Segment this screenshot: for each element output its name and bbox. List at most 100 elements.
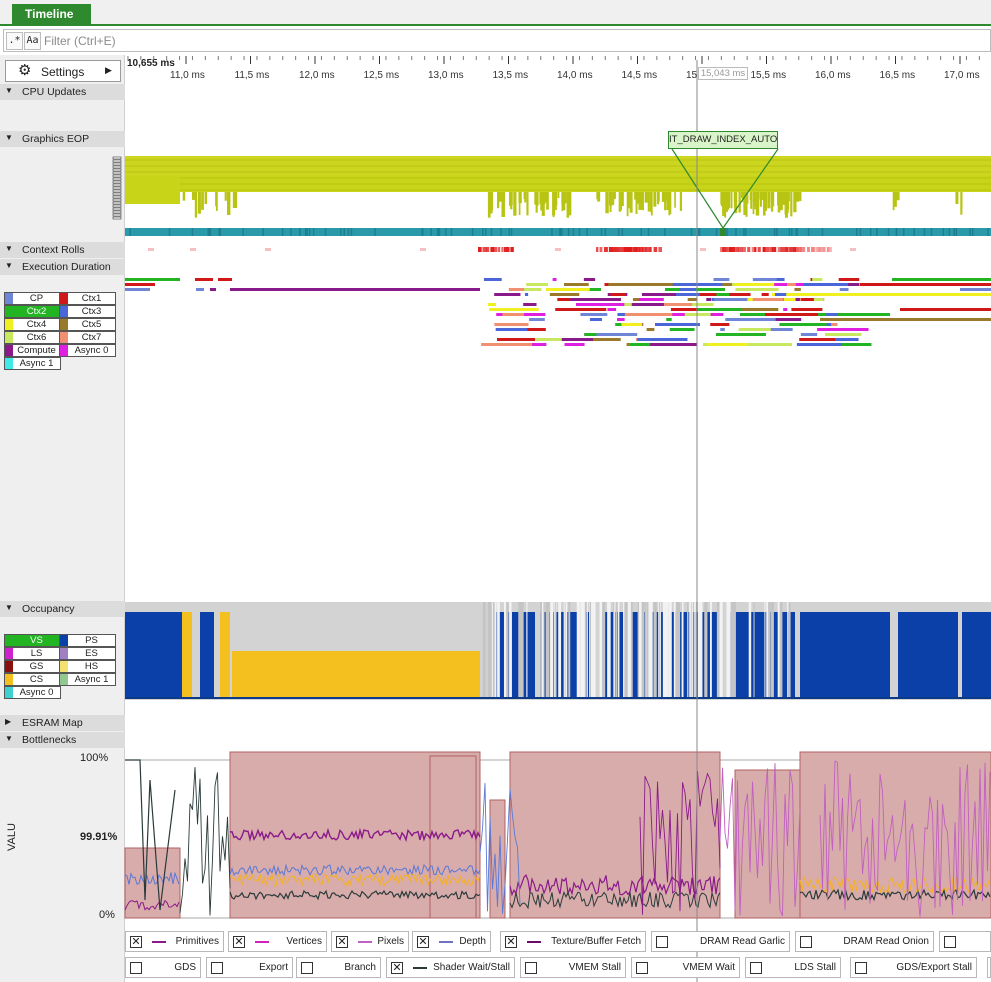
checked-checkbox-icon[interactable]: ✕ xyxy=(505,936,517,948)
eop-spike xyxy=(955,192,959,205)
exec-bar xyxy=(684,313,711,316)
counter-toggle-branch[interactable]: Branch xyxy=(296,957,381,978)
exec-bar xyxy=(706,298,712,301)
exec-bar xyxy=(715,333,766,336)
counter-toggle-vmem-wait[interactable]: VMEM Wait xyxy=(631,957,740,978)
eop-spike xyxy=(661,192,666,202)
counter-toggle-pixels[interactable]: ✕ Pixels xyxy=(331,931,409,952)
exec-bar-compute xyxy=(230,288,480,291)
eop-spike xyxy=(892,192,895,211)
occupancy-gap xyxy=(506,602,509,699)
occupancy-gap xyxy=(779,602,783,699)
counter-toggle-primitives[interactable]: ✕ Primitives xyxy=(125,931,224,952)
eop-spike xyxy=(760,192,764,200)
exec-bar xyxy=(752,298,784,301)
counter-toggle-more[interactable] xyxy=(987,957,991,978)
eop-teal-tick xyxy=(902,228,905,236)
eop-teal-tick xyxy=(343,228,346,236)
unchecked-checkbox-icon[interactable] xyxy=(800,936,812,948)
eop-depth-marker xyxy=(112,186,122,190)
eop-depth-marker xyxy=(112,201,122,205)
counter-toggle-vmem-stall[interactable]: VMEM Stall xyxy=(520,957,626,978)
exec-bar xyxy=(534,288,540,291)
counter-label: GDS/Export Stall xyxy=(896,962,972,973)
occupancy-ps xyxy=(125,612,182,699)
checked-checkbox-icon[interactable]: ✕ xyxy=(417,936,429,948)
eop-teal-tick xyxy=(876,228,878,236)
occupancy-gap xyxy=(518,602,522,699)
exec-bar xyxy=(747,343,793,346)
counter-toggle-gds[interactable]: GDS xyxy=(125,957,201,978)
checked-checkbox-icon[interactable]: ✕ xyxy=(233,936,245,948)
eop-teal-tick xyxy=(306,228,308,236)
unchecked-checkbox-icon[interactable] xyxy=(525,962,537,974)
eop-depth-marker xyxy=(112,207,122,211)
checked-checkbox-icon[interactable]: ✕ xyxy=(336,936,348,948)
eop-teal-tick xyxy=(471,228,474,236)
counter-toggle-shader-wait-stall[interactable]: ✕ Shader Wait/Stall xyxy=(386,957,515,978)
counter-toggle-export[interactable]: Export xyxy=(206,957,293,978)
counter-label: Depth xyxy=(459,936,486,947)
cursor-time-readout: 15,043 ms xyxy=(698,67,748,80)
eop-spike xyxy=(657,192,660,205)
eop-teal-tick xyxy=(290,228,292,236)
context-roll-blip xyxy=(700,248,706,251)
bottleneck-y-axis-label: VALU xyxy=(6,823,18,851)
unchecked-checkbox-icon[interactable] xyxy=(855,962,867,974)
occupancy-gap xyxy=(704,602,708,699)
counter-toggle-gds-export-stall[interactable]: GDS/Export Stall xyxy=(850,957,977,978)
exec-bar xyxy=(835,338,859,341)
occupancy-gap xyxy=(492,602,495,699)
checked-checkbox-icon[interactable]: ✕ xyxy=(130,936,142,948)
counter-label: Vertices xyxy=(286,936,322,947)
eop-spike xyxy=(191,192,195,200)
unchecked-checkbox-icon[interactable] xyxy=(656,936,668,948)
counter-toggle-dram-read-onion[interactable]: DRAM Read Onion xyxy=(795,931,934,952)
unchecked-checkbox-icon[interactable] xyxy=(636,962,648,974)
eop-teal-tick xyxy=(715,228,718,236)
eop-teal-tick xyxy=(242,228,244,236)
exec-bar xyxy=(563,283,589,286)
exec-bar xyxy=(679,288,697,291)
timeline-canvas[interactable] xyxy=(0,0,991,982)
occupancy-gap xyxy=(526,602,528,699)
exec-bar xyxy=(761,293,769,296)
occupancy-ps xyxy=(898,612,958,699)
unchecked-checkbox-icon[interactable] xyxy=(301,962,313,974)
unchecked-checkbox-icon[interactable] xyxy=(211,962,223,974)
eop-spike xyxy=(597,192,601,202)
series-line-swatch xyxy=(527,941,541,943)
exec-bar xyxy=(125,283,155,286)
exec-bar xyxy=(660,323,697,326)
eop-depth-marker xyxy=(112,192,122,196)
exec-bar xyxy=(775,293,787,296)
exec-bar xyxy=(557,338,594,341)
counter-toggle-lds-stall[interactable]: LDS Stall xyxy=(745,957,841,978)
counter-toggle-more[interactable] xyxy=(939,931,991,952)
eop-spike xyxy=(653,192,657,207)
eop-spike xyxy=(526,192,529,216)
exec-bar xyxy=(650,343,698,346)
counter-toggle-dram-read-garlic[interactable]: DRAM Read Garlic xyxy=(651,931,790,952)
eop-spike xyxy=(609,192,613,206)
exec-bar xyxy=(523,303,537,306)
occupancy-gap xyxy=(676,602,681,699)
eop-spike xyxy=(568,192,572,216)
exec-bar xyxy=(720,328,725,331)
eop-depth-marker xyxy=(112,198,122,202)
counter-toggle-depth[interactable]: ✕ Depth xyxy=(412,931,491,952)
unchecked-checkbox-icon[interactable] xyxy=(130,962,142,974)
eop-teal-tick xyxy=(664,228,666,236)
eop-depth-marker xyxy=(112,216,122,220)
occupancy-gap xyxy=(482,602,486,699)
counter-label: Branch xyxy=(344,962,376,973)
unchecked-checkbox-icon[interactable] xyxy=(750,962,762,974)
eop-spike xyxy=(557,192,560,199)
exec-bar xyxy=(125,278,180,281)
exec-bar xyxy=(195,278,213,281)
checked-checkbox-icon[interactable]: ✕ xyxy=(391,962,403,974)
counter-toggle-vertices[interactable]: ✕ Vertices xyxy=(228,931,327,952)
counter-toggle-texture-buffer-fetch[interactable]: ✕ Texture/Buffer Fetch xyxy=(500,931,646,952)
unchecked-checkbox-icon[interactable] xyxy=(944,936,956,948)
exec-bar xyxy=(713,278,730,281)
